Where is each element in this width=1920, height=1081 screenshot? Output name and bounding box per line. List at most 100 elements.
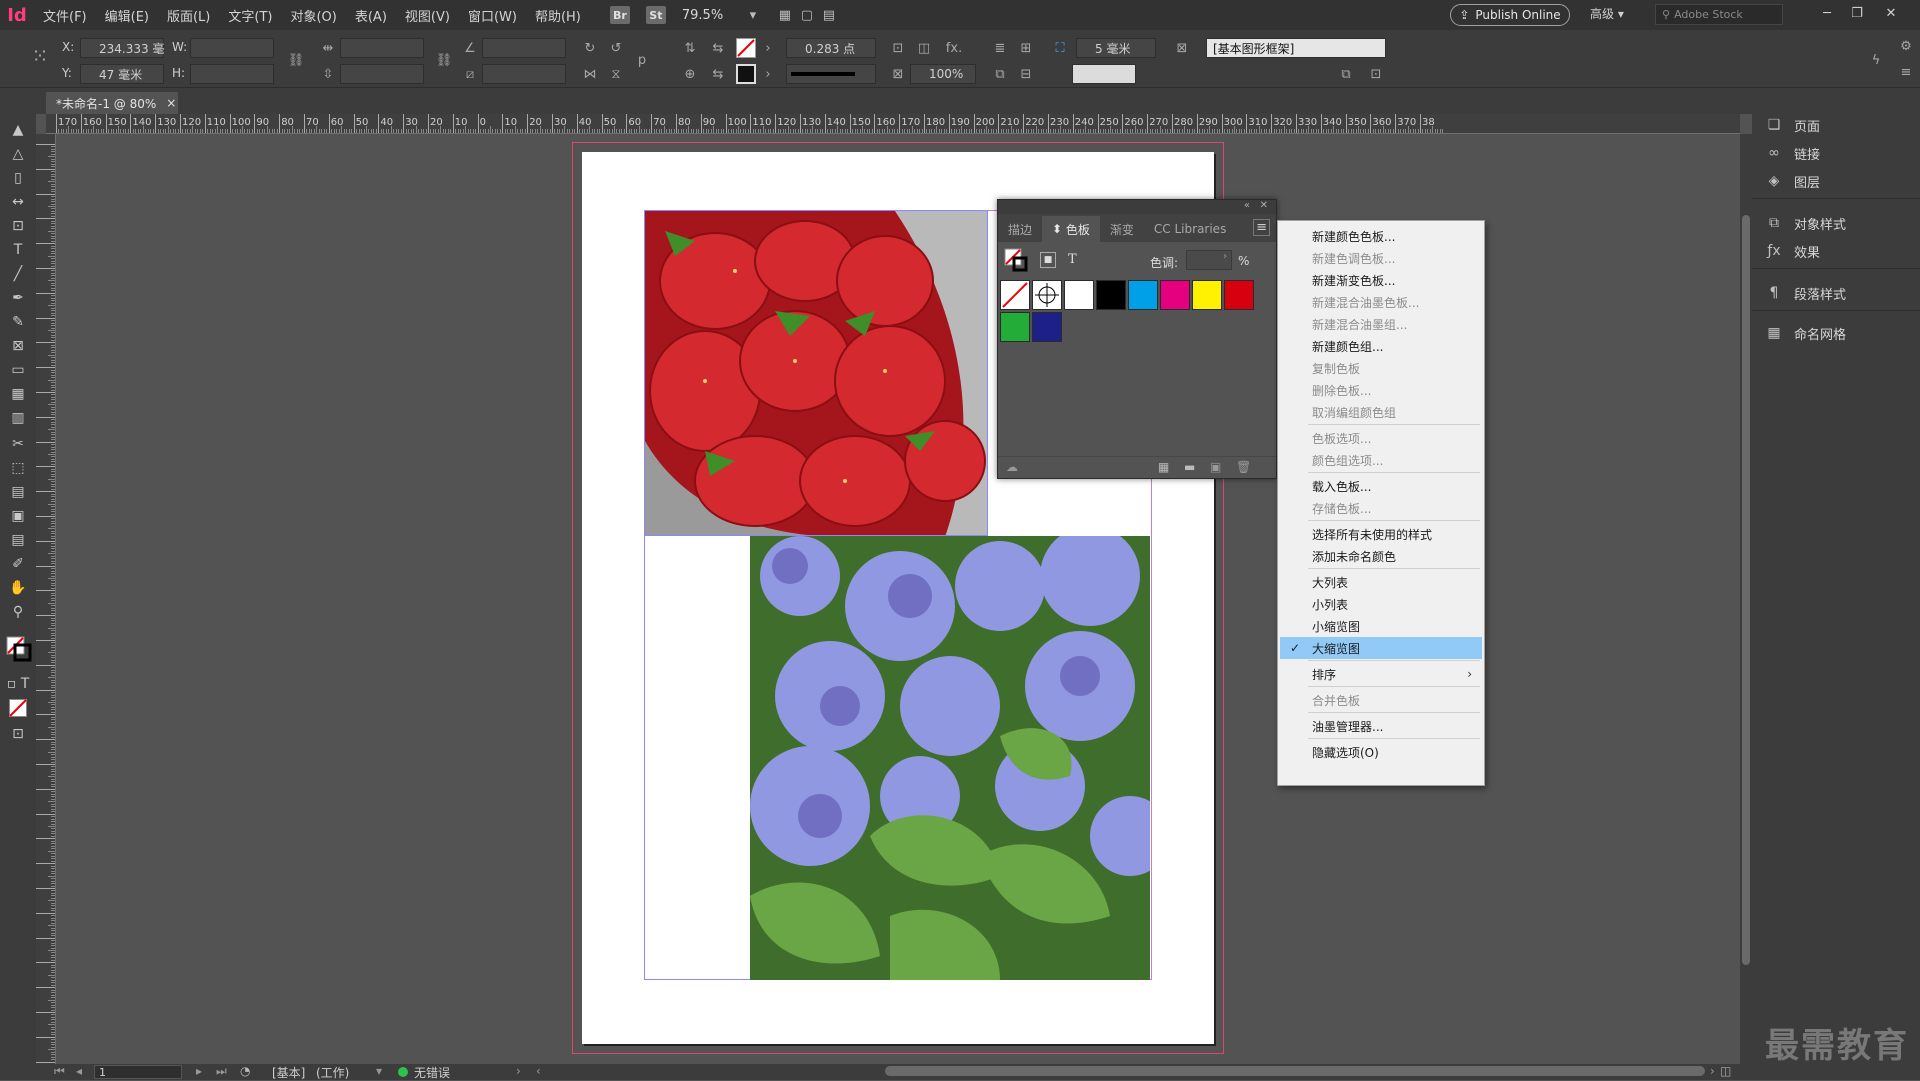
constrain-scale-icon[interactable]: ⛓ (434, 50, 454, 70)
menu-item-10[interactable]: 颜色组选项... (1278, 449, 1484, 471)
panel-links[interactable]: ∞ 链接 (1764, 140, 1914, 166)
line-tool-icon[interactable]: ╱ (6, 264, 30, 284)
first-page-icon[interactable]: ⏮ (54, 1064, 65, 1079)
close-tab-icon[interactable]: × (166, 96, 176, 110)
panel-menu-icon[interactable]: ≡ (1896, 62, 1916, 82)
lightning-icon[interactable]: ϟ (1866, 50, 1886, 70)
fill-none-swatch-icon[interactable] (736, 38, 756, 58)
hydrangea-image[interactable] (750, 536, 1150, 980)
width-field[interactable] (190, 38, 274, 58)
close-icon[interactable]: ✕ (1260, 200, 1268, 211)
restore-button[interactable]: ❐ (1846, 4, 1868, 22)
formatting-container-icon[interactable]: ▫ T (6, 674, 30, 694)
tab-cc-libraries[interactable]: CC Libraries (1144, 216, 1236, 242)
text-formatting-icon[interactable]: T (1068, 252, 1077, 267)
scale-x-field[interactable] (340, 38, 424, 58)
rotate-ccw-icon[interactable]: ↺ (606, 38, 626, 58)
menu-item-14[interactable]: 添加未命名颜色 (1278, 545, 1484, 567)
container-formatting-icon[interactable]: ■ (1040, 252, 1056, 268)
scroll-right-icon[interactable]: › (1710, 1064, 1715, 1078)
panel-layers[interactable]: ◈ 图层 (1764, 168, 1914, 194)
publish-online-button[interactable]: ⇪ Publish Online (1450, 4, 1570, 26)
preflight-menu-icon[interactable]: › (516, 1064, 521, 1078)
menu-item-6[interactable]: 复制色板 (1278, 357, 1484, 379)
swatch-yellow[interactable] (1192, 280, 1222, 310)
strawberry-image[interactable] (644, 210, 988, 536)
menu-layout[interactable]: 版面(L) (158, 6, 219, 25)
trash-icon[interactable]: 🗑 (1236, 460, 1251, 474)
rotation-field[interactable] (482, 38, 566, 58)
stroke-color-preview[interactable] (1072, 64, 1136, 84)
stroke-type-select[interactable] (786, 64, 876, 84)
table-tool-icon[interactable]: ▦ (6, 384, 30, 404)
menu-item-15[interactable]: 大列表 (1278, 571, 1484, 593)
align-icon[interactable]: ⊞ (1016, 38, 1036, 58)
screen-mode-tool-icon[interactable]: ⊡ (6, 724, 30, 744)
last-page-icon[interactable]: ⏭ (216, 1064, 227, 1079)
new-color-group-icon[interactable]: ▬ (1184, 460, 1195, 474)
menu-item-9[interactable]: 色板选项... (1278, 427, 1484, 449)
swatch-blue[interactable] (1032, 312, 1062, 342)
select-previous-icon[interactable]: ⊕ (680, 64, 700, 84)
page-tool-icon[interactable]: ▯ (6, 168, 30, 188)
stroke-menu-chevron-icon[interactable]: › (758, 64, 778, 84)
type-tool-icon[interactable]: T (6, 240, 30, 260)
menu-window[interactable]: 窗口(W) (459, 6, 526, 25)
menu-item-18[interactable]: 大缩览图 ✓ (1280, 637, 1482, 659)
swatch-green[interactable] (1000, 312, 1030, 342)
frame-fitting-icon[interactable]: ◫ (914, 38, 934, 58)
content-collector-icon[interactable]: ⊡ (6, 216, 30, 236)
view-options-icon[interactable]: ▦ (774, 6, 796, 24)
horizontal-scroll-thumb[interactable] (885, 1066, 1705, 1076)
object-style-select[interactable]: [基本图形框架] (1206, 38, 1386, 58)
zoom-level[interactable]: 79.5% (682, 8, 742, 23)
menu-item-1[interactable]: 新建色调色板... (1278, 247, 1484, 269)
fill-menu-chevron-icon[interactable]: › (758, 38, 778, 58)
swatch-registration[interactable] (1032, 280, 1062, 310)
constrain-proportions-icon[interactable]: ⛓ (286, 50, 306, 70)
free-transform-tool-icon[interactable]: ⬚ (6, 458, 30, 478)
workspace-switcher[interactable]: 高级 ▾ (1590, 5, 1624, 22)
menu-table[interactable]: 表(A) (346, 6, 396, 25)
menu-item-2[interactable]: 新建渐变色板... (1278, 269, 1484, 291)
screen-mode-icon[interactable]: ▢ (796, 6, 818, 24)
flip-h-icon[interactable]: ⋈ (580, 64, 600, 84)
previous-page-icon[interactable]: ◂ (76, 1064, 82, 1078)
flip-vertical-icon[interactable]: ⇅ (680, 38, 700, 58)
menu-item-22[interactable]: 隐藏选项(O) (1278, 741, 1484, 763)
tint-field[interactable]: › (1186, 250, 1232, 270)
auto-fit-icon[interactable]: ⛶ (1050, 38, 1070, 58)
page-number-field[interactable]: 1 (94, 1065, 182, 1079)
pencil-tool-icon[interactable]: ✎ (6, 312, 30, 332)
swatch-paper[interactable] (1064, 280, 1094, 310)
fill-none-preview-icon[interactable] (1004, 248, 1028, 272)
vertical-scroll-thumb[interactable] (1742, 215, 1750, 965)
menu-item-7[interactable]: 删除色板... (1278, 379, 1484, 401)
tab-swatches[interactable]: ⬍ 色板 (1042, 216, 1100, 242)
menu-item-20[interactable]: 合并色板 (1278, 689, 1484, 711)
pen-tool-icon[interactable]: ✒ (6, 288, 30, 308)
stroke-weight-field[interactable]: 0.283 点 (786, 38, 876, 58)
rectangle-frame-tool-icon[interactable]: ⊠ (6, 336, 30, 356)
flip-v-icon[interactable]: ⧖ (606, 64, 626, 84)
text-wrap-icon[interactable]: ≣ (990, 38, 1010, 58)
note-tool-icon[interactable]: ▤ (6, 530, 30, 550)
close-window-button[interactable]: ✕ (1880, 4, 1902, 22)
selection-container-icon[interactable]: p (632, 50, 652, 70)
gear-icon[interactable]: ⚙ (1896, 36, 1916, 56)
show-swatches-icon[interactable]: ▦ (1158, 460, 1169, 474)
chevron-down-icon[interactable]: ▾ (376, 1064, 382, 1078)
menu-item-16[interactable]: 小列表 (1278, 593, 1484, 615)
x-position-field[interactable]: 234.333 毫 (80, 38, 164, 58)
grid-tool-icon[interactable]: ▥ (6, 408, 30, 428)
menu-item-5[interactable]: 新建颜色组... (1278, 335, 1484, 357)
selection-tool-icon[interactable]: ▲ (6, 120, 30, 140)
open-page-icon[interactable]: ◔ (240, 1064, 250, 1078)
menu-item-12[interactable]: 存储色板... (1278, 497, 1484, 519)
menu-help[interactable]: 帮助(H) (526, 6, 590, 25)
panel-header[interactable]: « ✕ (998, 200, 1276, 214)
bridge-button[interactable]: Br (609, 6, 630, 24)
flip-horizontal-icon[interactable]: ⇆ (708, 38, 728, 58)
swatch-cyan[interactable] (1128, 280, 1158, 310)
gradient-feather-tool-icon[interactable]: ▣ (6, 506, 30, 526)
